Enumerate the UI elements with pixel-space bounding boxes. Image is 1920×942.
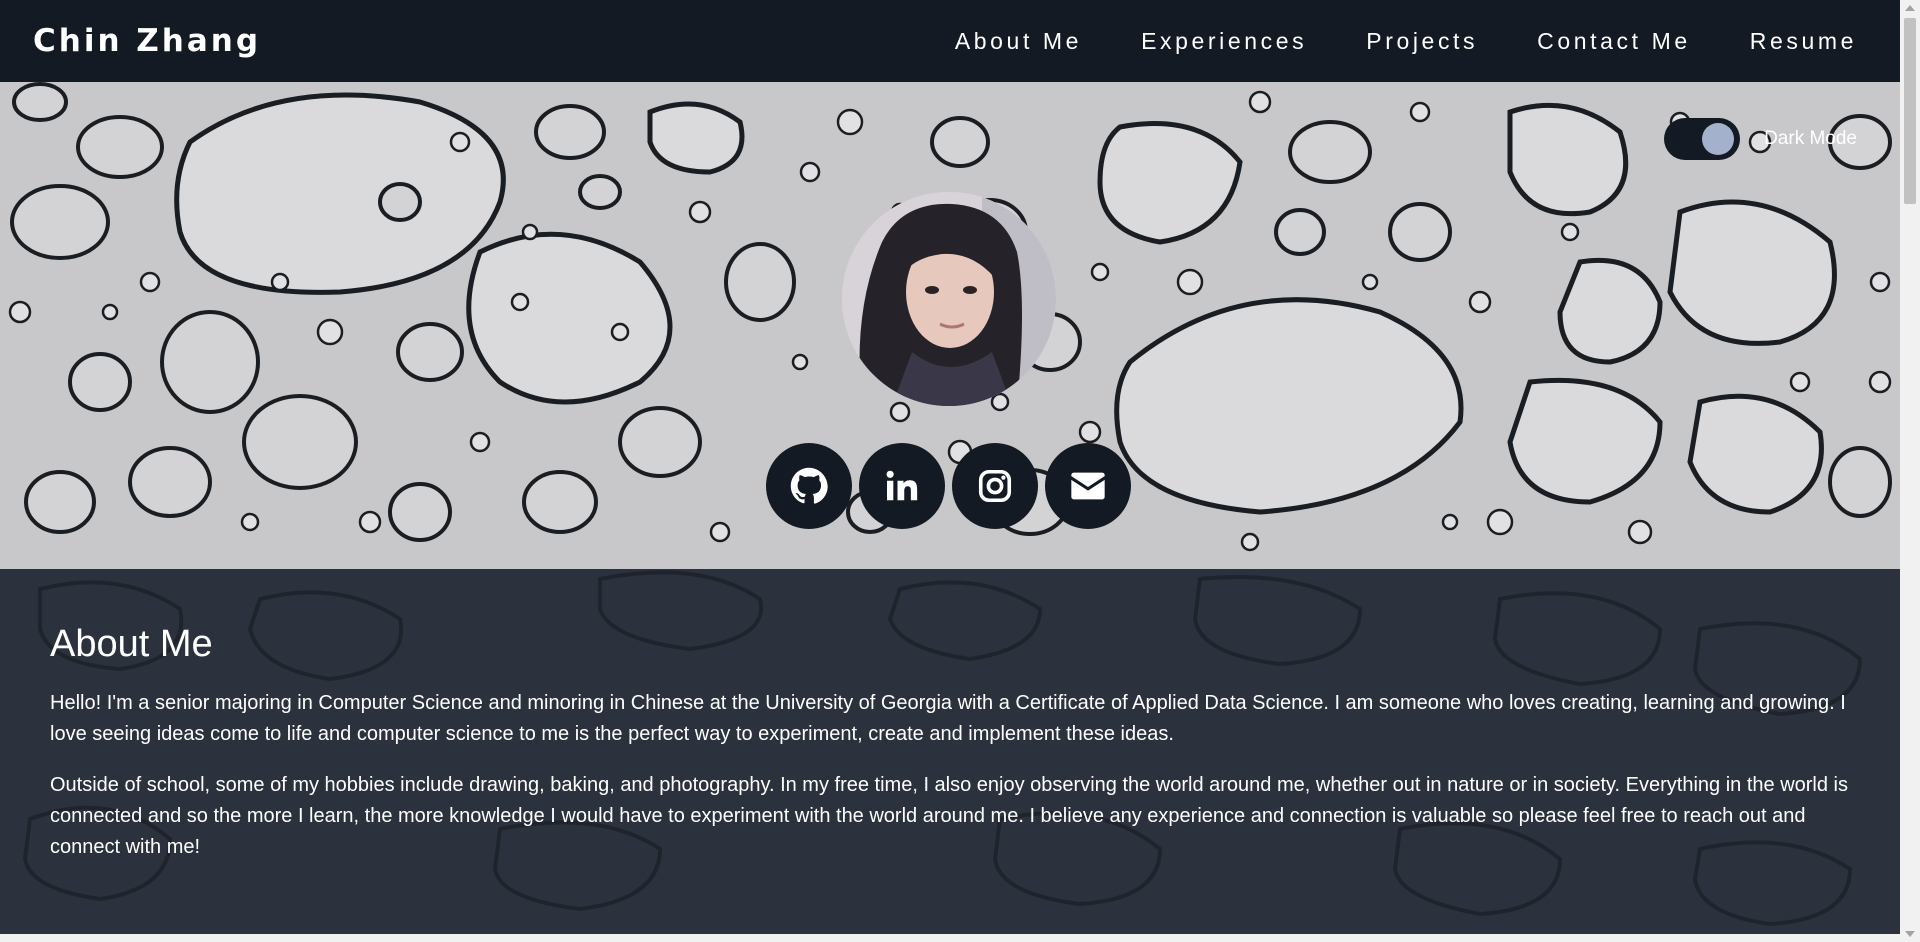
profile-avatar: [842, 192, 1056, 406]
about-title: About Me: [50, 623, 213, 665]
dark-mode-label: Dark Mode: [1764, 128, 1857, 149]
instagram-icon: [978, 469, 1012, 503]
github-link[interactable]: [766, 443, 852, 529]
nav-link-about-me[interactable]: About Me: [955, 28, 1082, 55]
dark-mode-toggle-group: Dark Mode: [1664, 118, 1857, 160]
site-brand[interactable]: Chin Zhang: [33, 23, 261, 59]
profile-photo: [842, 192, 1056, 406]
vertical-scrollbar[interactable]: [1900, 0, 1920, 942]
about-content: About Me Hello! I'm a senior majoring in…: [50, 623, 1850, 883]
horizontal-scrollbar[interactable]: [0, 934, 1900, 942]
nav-link-contact-me[interactable]: Contact Me: [1537, 28, 1691, 55]
dark-mode-toggle[interactable]: [1664, 118, 1741, 160]
toggle-knob: [1702, 123, 1735, 155]
about-paragraph-1: Hello! I'm a senior majoring in Computer…: [50, 692, 1846, 745]
instagram-link[interactable]: [952, 443, 1038, 529]
scrollbar-thumb[interactable]: [1904, 18, 1916, 204]
about-section: About Me Hello! I'm a senior majoring in…: [0, 569, 1900, 942]
about-paragraph-2: Outside of school, some of my hobbies in…: [50, 774, 1848, 858]
nav-link-resume[interactable]: Resume: [1750, 28, 1857, 55]
social-links: [766, 443, 1131, 529]
nav-link-projects[interactable]: Projects: [1366, 28, 1478, 55]
nav-link-experiences[interactable]: Experiences: [1141, 28, 1307, 55]
scroll-up-arrow-icon[interactable]: [1905, 5, 1915, 11]
github-icon: [790, 467, 828, 504]
envelope-icon: [1071, 472, 1105, 500]
hero-banner: Dark Mode: [0, 82, 1900, 569]
scroll-down-arrow-icon[interactable]: [1905, 931, 1915, 937]
linkedin-icon: [886, 470, 918, 501]
email-link[interactable]: [1045, 443, 1131, 529]
linkedin-link[interactable]: [859, 443, 945, 529]
top-navbar: Chin Zhang About Me Experiences Projects…: [0, 0, 1900, 82]
nav-links: About Me Experiences Projects Contact Me…: [896, 28, 1857, 55]
